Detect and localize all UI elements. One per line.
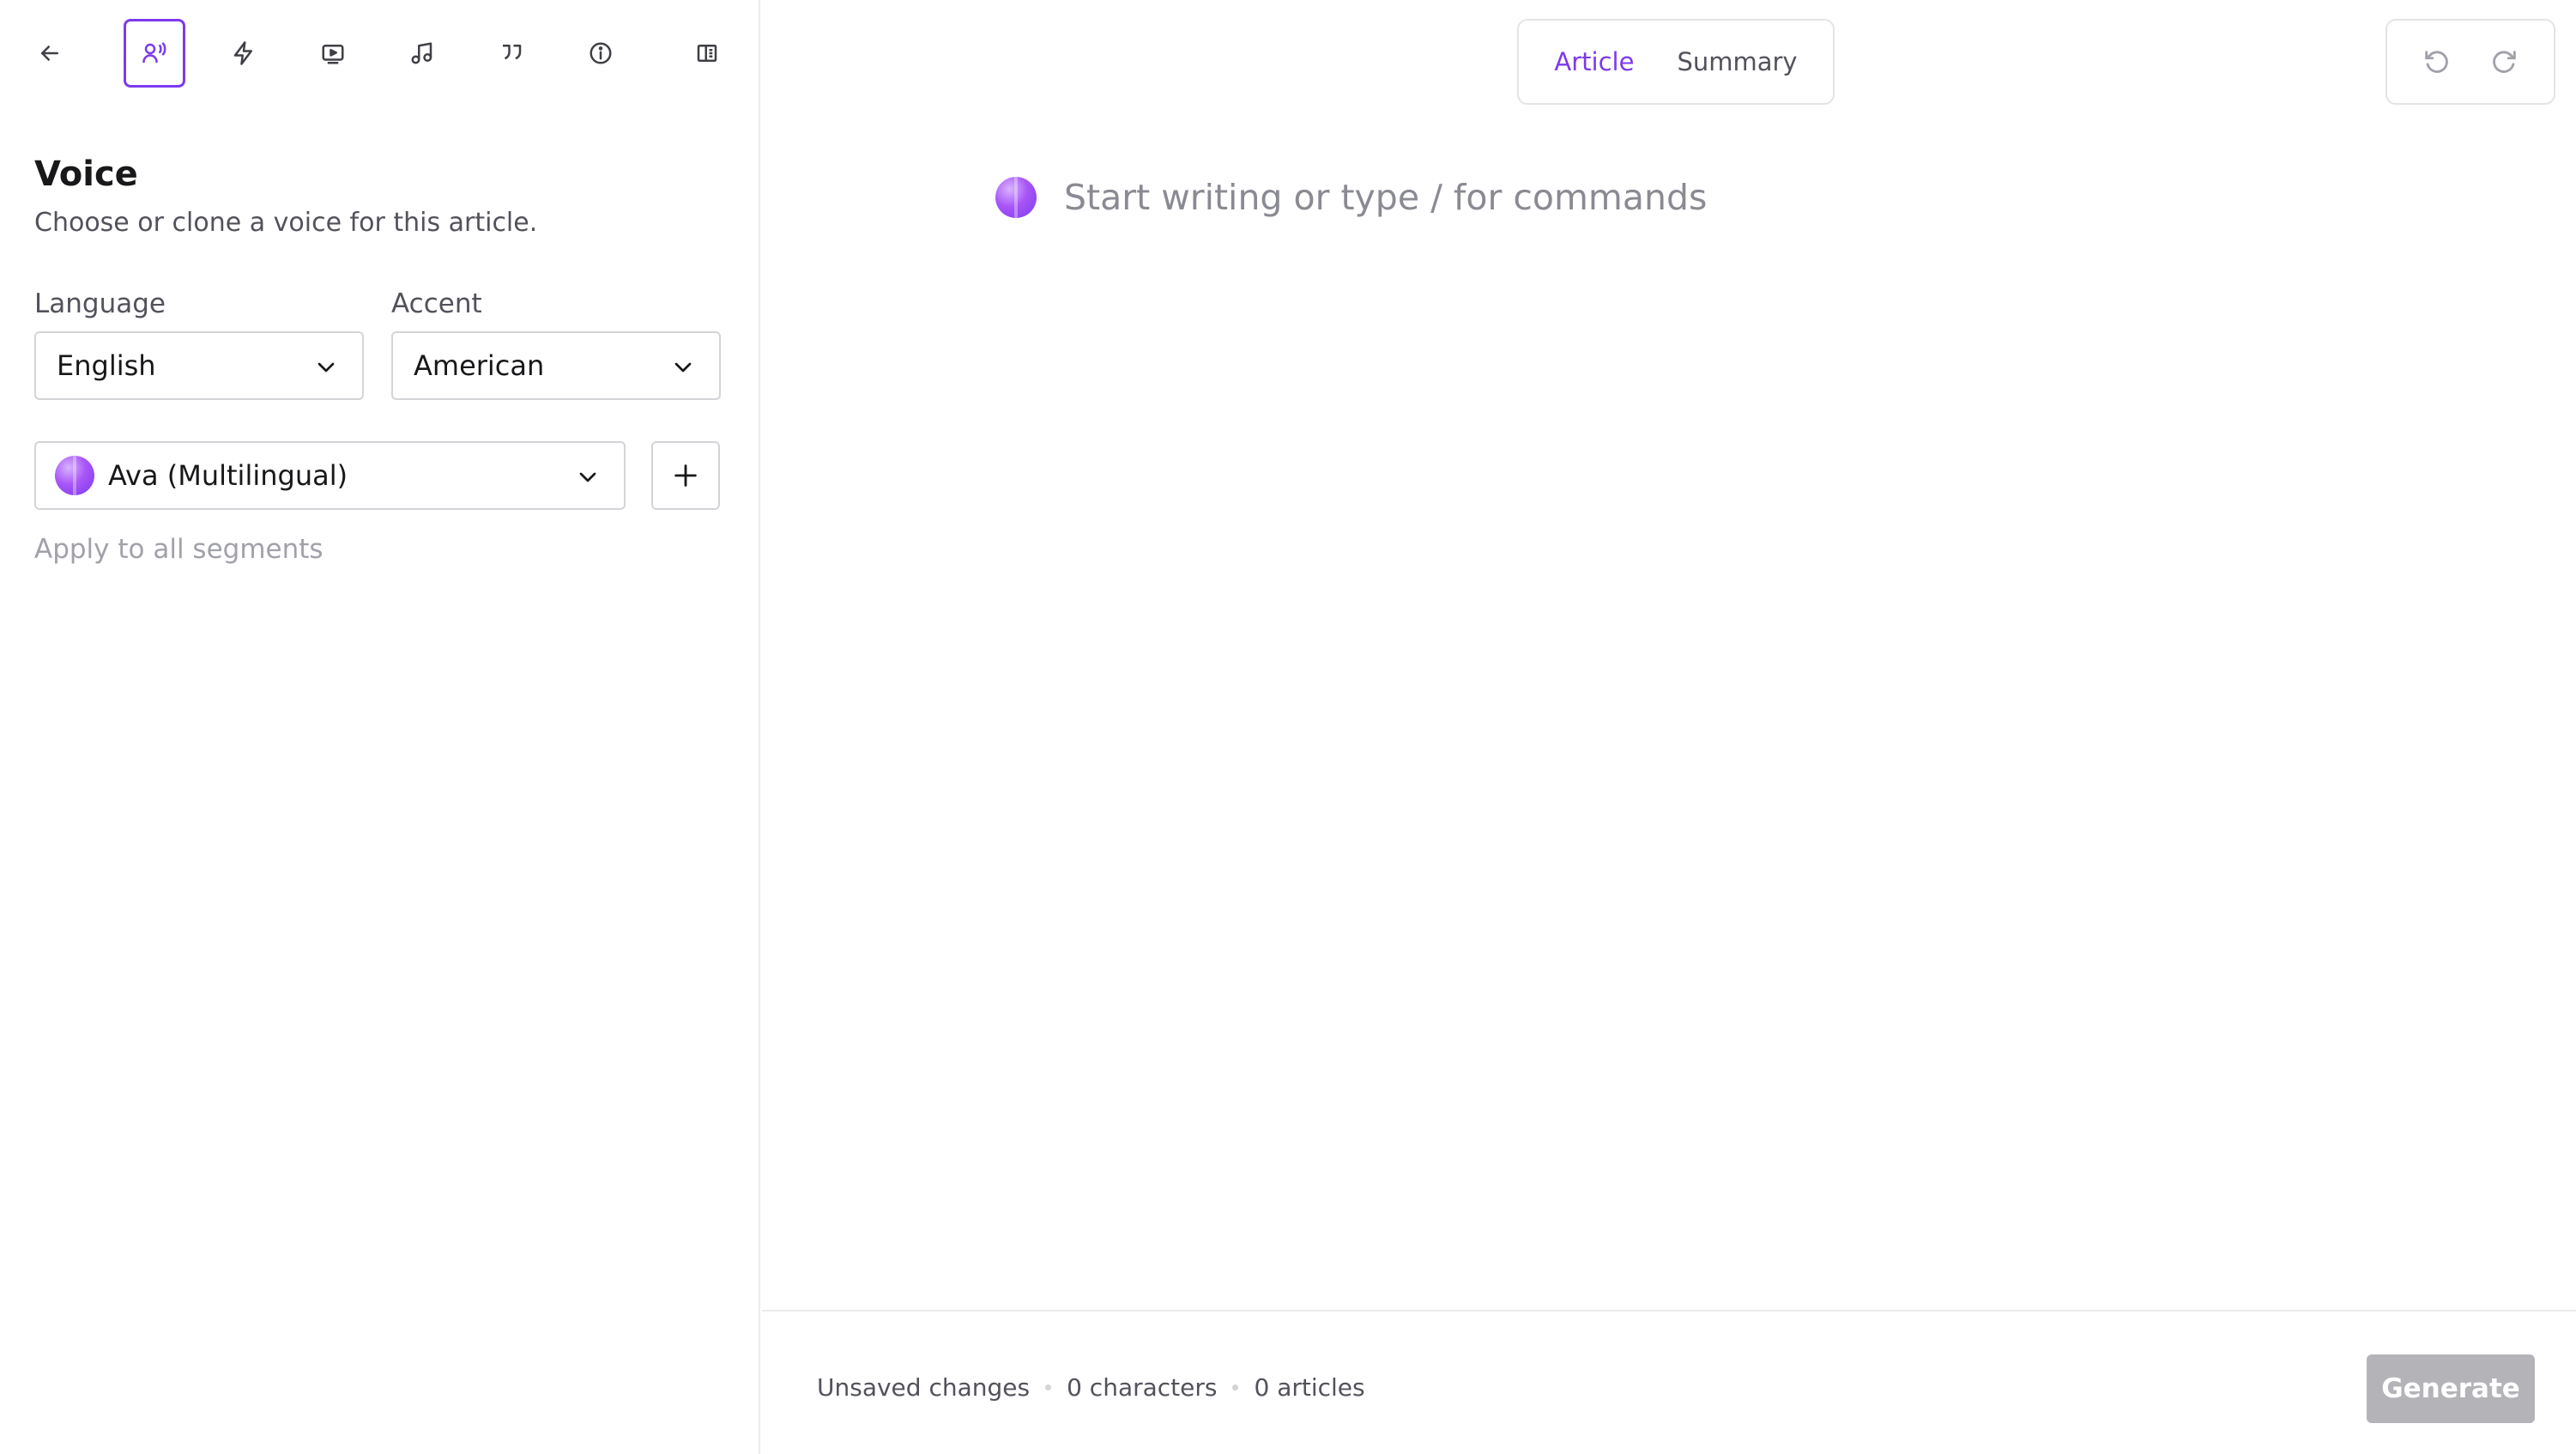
language-select[interactable]: English [34, 331, 364, 400]
generate-button[interactable]: Generate [2367, 1354, 2535, 1423]
article-editor: Article Summary Unsaved changes 0 charac… [762, 0, 2576, 1454]
undo-icon[interactable] [2422, 47, 2451, 76]
article-count: 0 articles [1254, 1373, 1365, 1402]
separator-dot [1045, 1384, 1052, 1390]
quote-tab-button[interactable] [481, 19, 542, 88]
music-note-icon [411, 42, 432, 64]
info-icon [590, 42, 612, 64]
redo-icon[interactable] [2490, 47, 2519, 76]
save-status: Unsaved changes [817, 1373, 1031, 1402]
plus-icon [674, 464, 697, 487]
voice-value: Ava (Multilingual) [108, 459, 348, 492]
video-tab-button[interactable] [302, 19, 364, 88]
tab-summary[interactable]: Summary [1677, 47, 1797, 76]
editor-footer: Unsaved changes 0 characters 0 articles … [762, 1310, 2576, 1454]
segment-voice-avatar[interactable] [995, 177, 1037, 218]
article-text-input[interactable] [1064, 173, 2265, 221]
voice-icon [142, 42, 166, 64]
voice-select[interactable]: Ava (Multilingual) [34, 441, 626, 510]
voice-tab-button[interactable] [124, 19, 185, 88]
chevron-down-icon [674, 362, 692, 373]
toggle-panel-button[interactable] [676, 19, 738, 88]
quote-icon [503, 45, 522, 60]
separator-dot [1232, 1384, 1239, 1390]
language-value: English [57, 349, 156, 382]
chevron-down-icon [579, 472, 596, 482]
voice-section-title: Voice [34, 154, 138, 194]
editor-tabs: Article Summary [1517, 19, 1835, 105]
history-controls [2386, 19, 2555, 105]
document-stats: Unsaved changes 0 characters 0 articles [817, 1373, 1365, 1402]
back-button[interactable] [19, 19, 81, 88]
add-voice-button[interactable] [651, 441, 720, 510]
voice-sidebar: Voice Choose or clone a voice for this a… [0, 0, 760, 1454]
accent-select[interactable]: American [391, 331, 721, 400]
effects-tab-button[interactable] [213, 19, 275, 88]
accent-value: American [414, 349, 545, 382]
arrow-left-icon [41, 45, 58, 61]
voice-avatar [55, 456, 94, 495]
accent-label: Accent [391, 288, 482, 319]
lightning-icon [233, 41, 252, 65]
tab-article[interactable]: Article [1554, 47, 1634, 76]
video-icon [322, 45, 344, 64]
language-label: Language [34, 288, 166, 319]
chevron-down-icon [317, 362, 335, 373]
voice-section-subtitle: Choose or clone a voice for this article… [34, 208, 538, 238]
side-panel-icon [697, 45, 717, 62]
music-tab-button[interactable] [391, 19, 453, 88]
character-count: 0 characters [1067, 1373, 1218, 1402]
info-tab-button[interactable] [570, 19, 632, 88]
apply-to-all-segments-link[interactable]: Apply to all segments [34, 534, 324, 565]
sidebar-toolbar [0, 0, 760, 106]
